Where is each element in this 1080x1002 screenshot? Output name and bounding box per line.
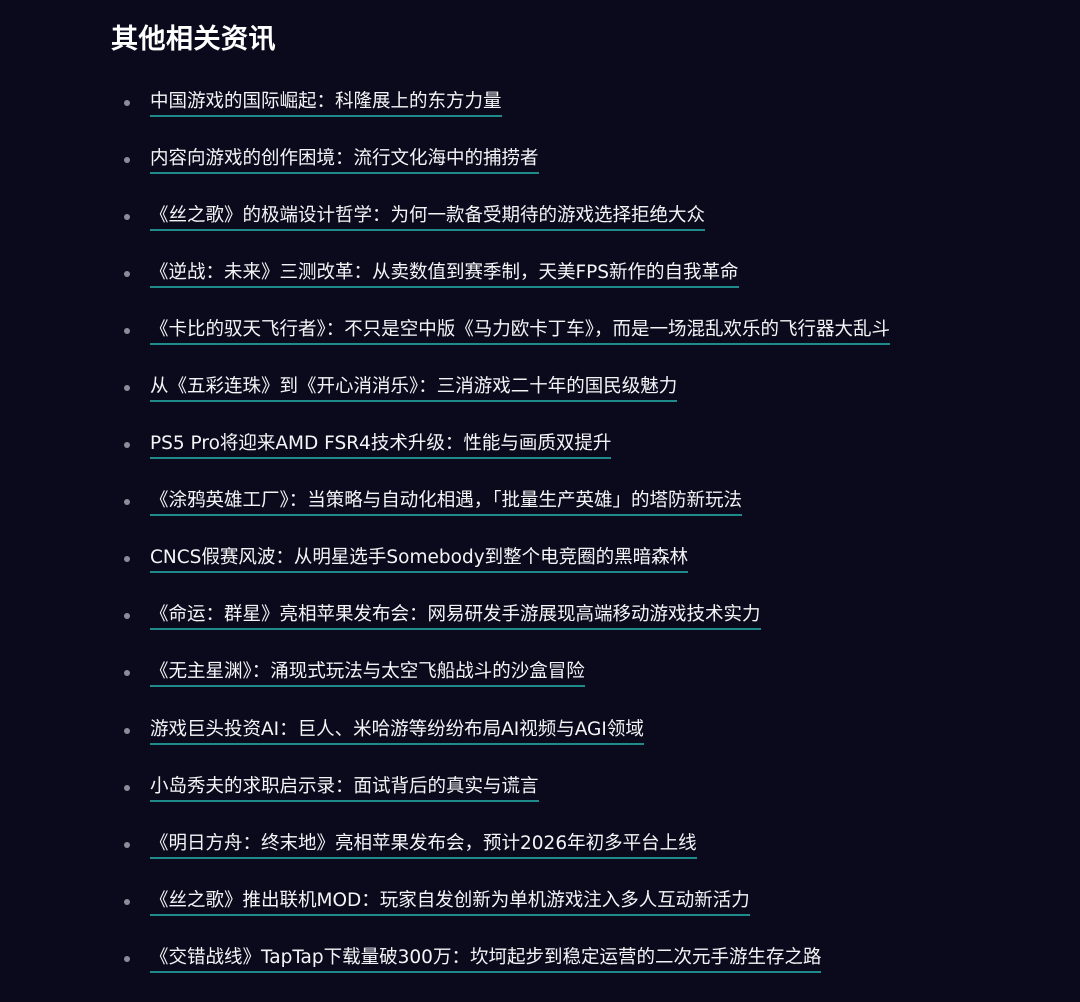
list-item: CNCS假赛风波：从明星选手Somebody到整个电竞圈的黑暗森林 xyxy=(111,531,1051,588)
list-item: PS5 Pro将迎来AMD FSR4技术升级：性能与画质双提升 xyxy=(111,417,1051,474)
bullet-icon xyxy=(124,499,130,506)
bullet-icon xyxy=(124,727,130,734)
news-link[interactable]: 《卡比的驭天飞行者》：不只是空中版《马力欧卡丁车》，而是一场混乱欢乐的飞行器大乱… xyxy=(150,317,891,345)
list-item: 《明日方舟：终末地》亮相苹果发布会，预计2026年初多平台上线 xyxy=(111,816,1051,873)
bullet-icon xyxy=(124,841,130,848)
list-item: 小岛秀夫的求职启示录：面试背后的真实与谎言 xyxy=(111,759,1051,816)
news-link[interactable]: 《命运：群星》亮相苹果发布会：网易研发手游展现高端移动游戏技术实力 xyxy=(150,602,761,631)
list-item: 《涂鸦英雄工厂》：当策略与自动化相遇，「批量生产英雄」的塔防新玩法 xyxy=(111,474,1051,531)
list-item: 《交错战线》TapTap下载量破300万：坎坷起步到稳定运营的二次元手游生存之路 xyxy=(111,930,1051,987)
news-link[interactable]: 《无主星渊》：涌现式玩法与太空飞船战斗的沙盒冒险 xyxy=(150,659,585,688)
news-link[interactable]: PS5 Pro将迎来AMD FSR4技术升级：性能与画质双提升 xyxy=(150,431,612,460)
bullet-icon xyxy=(124,385,130,392)
list-item: 《丝之歌》的极端设计哲学：为何一款备受期待的游戏选择拒绝大众 xyxy=(111,188,1051,245)
bullet-icon xyxy=(124,613,130,620)
list-item: 从《五彩连珠》到《开心消消乐》：三消游戏二十年的国民级魅力 xyxy=(111,359,1051,416)
bullet-icon xyxy=(124,442,130,449)
list-item: 《命运：群星》亮相苹果发布会：网易研发手游展现高端移动游戏技术实力 xyxy=(111,588,1051,645)
list-item: 《卡比的驭天飞行者》：不只是空中版《马力欧卡丁车》，而是一场混乱欢乐的飞行器大乱… xyxy=(111,302,1051,359)
news-link[interactable]: 内容向游戏的创作困境：流行文化海中的捕捞者 xyxy=(150,146,539,174)
bullet-icon xyxy=(124,898,130,905)
news-link[interactable]: 《涂鸦英雄工厂》：当策略与自动化相遇，「批量生产英雄」的塔防新玩法 xyxy=(150,488,743,517)
list-item: 《逆战：未来》三测改革：从卖数值到赛季制，天美FPS新作的自我革命 xyxy=(111,245,1051,302)
list-item: 中国游戏的国际崛起：科隆展上的东方力量 xyxy=(111,74,1051,131)
news-link[interactable]: 《丝之歌》的极端设计哲学：为何一款备受期待的游戏选择拒绝大众 xyxy=(150,203,706,231)
news-list: 中国游戏的国际崛起：科隆展上的东方力量 内容向游戏的创作困境：流行文化海中的捕捞… xyxy=(111,74,1051,988)
news-link[interactable]: 从《五彩连珠》到《开心消消乐》：三消游戏二十年的国民级魅力 xyxy=(150,374,678,403)
news-link[interactable]: 《逆战：未来》三测改革：从卖数值到赛季制，天美FPS新作的自我革命 xyxy=(150,260,739,288)
bullet-icon xyxy=(124,327,130,334)
list-item: 游戏巨头投资AI：巨人、米哈游等纷纷布局AI视频与AGI领域 xyxy=(111,702,1051,759)
bullet-icon xyxy=(124,99,130,106)
news-link[interactable]: 游戏巨头投资AI：巨人、米哈游等纷纷布局AI视频与AGI领域 xyxy=(150,717,644,745)
news-link[interactable]: 《明日方舟：终末地》亮相苹果发布会，预计2026年初多平台上线 xyxy=(150,831,697,859)
bullet-icon xyxy=(124,784,130,791)
bullet-icon xyxy=(124,270,130,277)
news-link[interactable]: 《交错战线》TapTap下载量破300万：坎坷起步到稳定运营的二次元手游生存之路 xyxy=(150,945,822,973)
news-link[interactable]: 中国游戏的国际崛起：科隆展上的东方力量 xyxy=(150,89,502,117)
news-link[interactable]: 《丝之歌》推出联机MOD：玩家自发创新为单机游戏注入多人互动新活力 xyxy=(150,888,750,916)
bullet-icon xyxy=(124,156,130,163)
list-item: 《丝之歌》推出联机MOD：玩家自发创新为单机游戏注入多人互动新活力 xyxy=(111,873,1051,930)
news-link[interactable]: 小岛秀夫的求职启示录：面试背后的真实与谎言 xyxy=(150,774,539,802)
list-item: 《无主星渊》：涌现式玩法与太空飞船战斗的沙盒冒险 xyxy=(111,645,1051,702)
bullet-icon xyxy=(124,670,130,677)
section-title: 其他相关资讯 xyxy=(111,24,276,55)
bullet-icon xyxy=(124,556,130,563)
news-link[interactable]: CNCS假赛风波：从明星选手Somebody到整个电竞圈的黑暗森林 xyxy=(150,545,689,574)
bullet-icon xyxy=(124,955,130,962)
bullet-icon xyxy=(124,213,130,220)
list-item: 内容向游戏的创作困境：流行文化海中的捕捞者 xyxy=(111,131,1051,188)
